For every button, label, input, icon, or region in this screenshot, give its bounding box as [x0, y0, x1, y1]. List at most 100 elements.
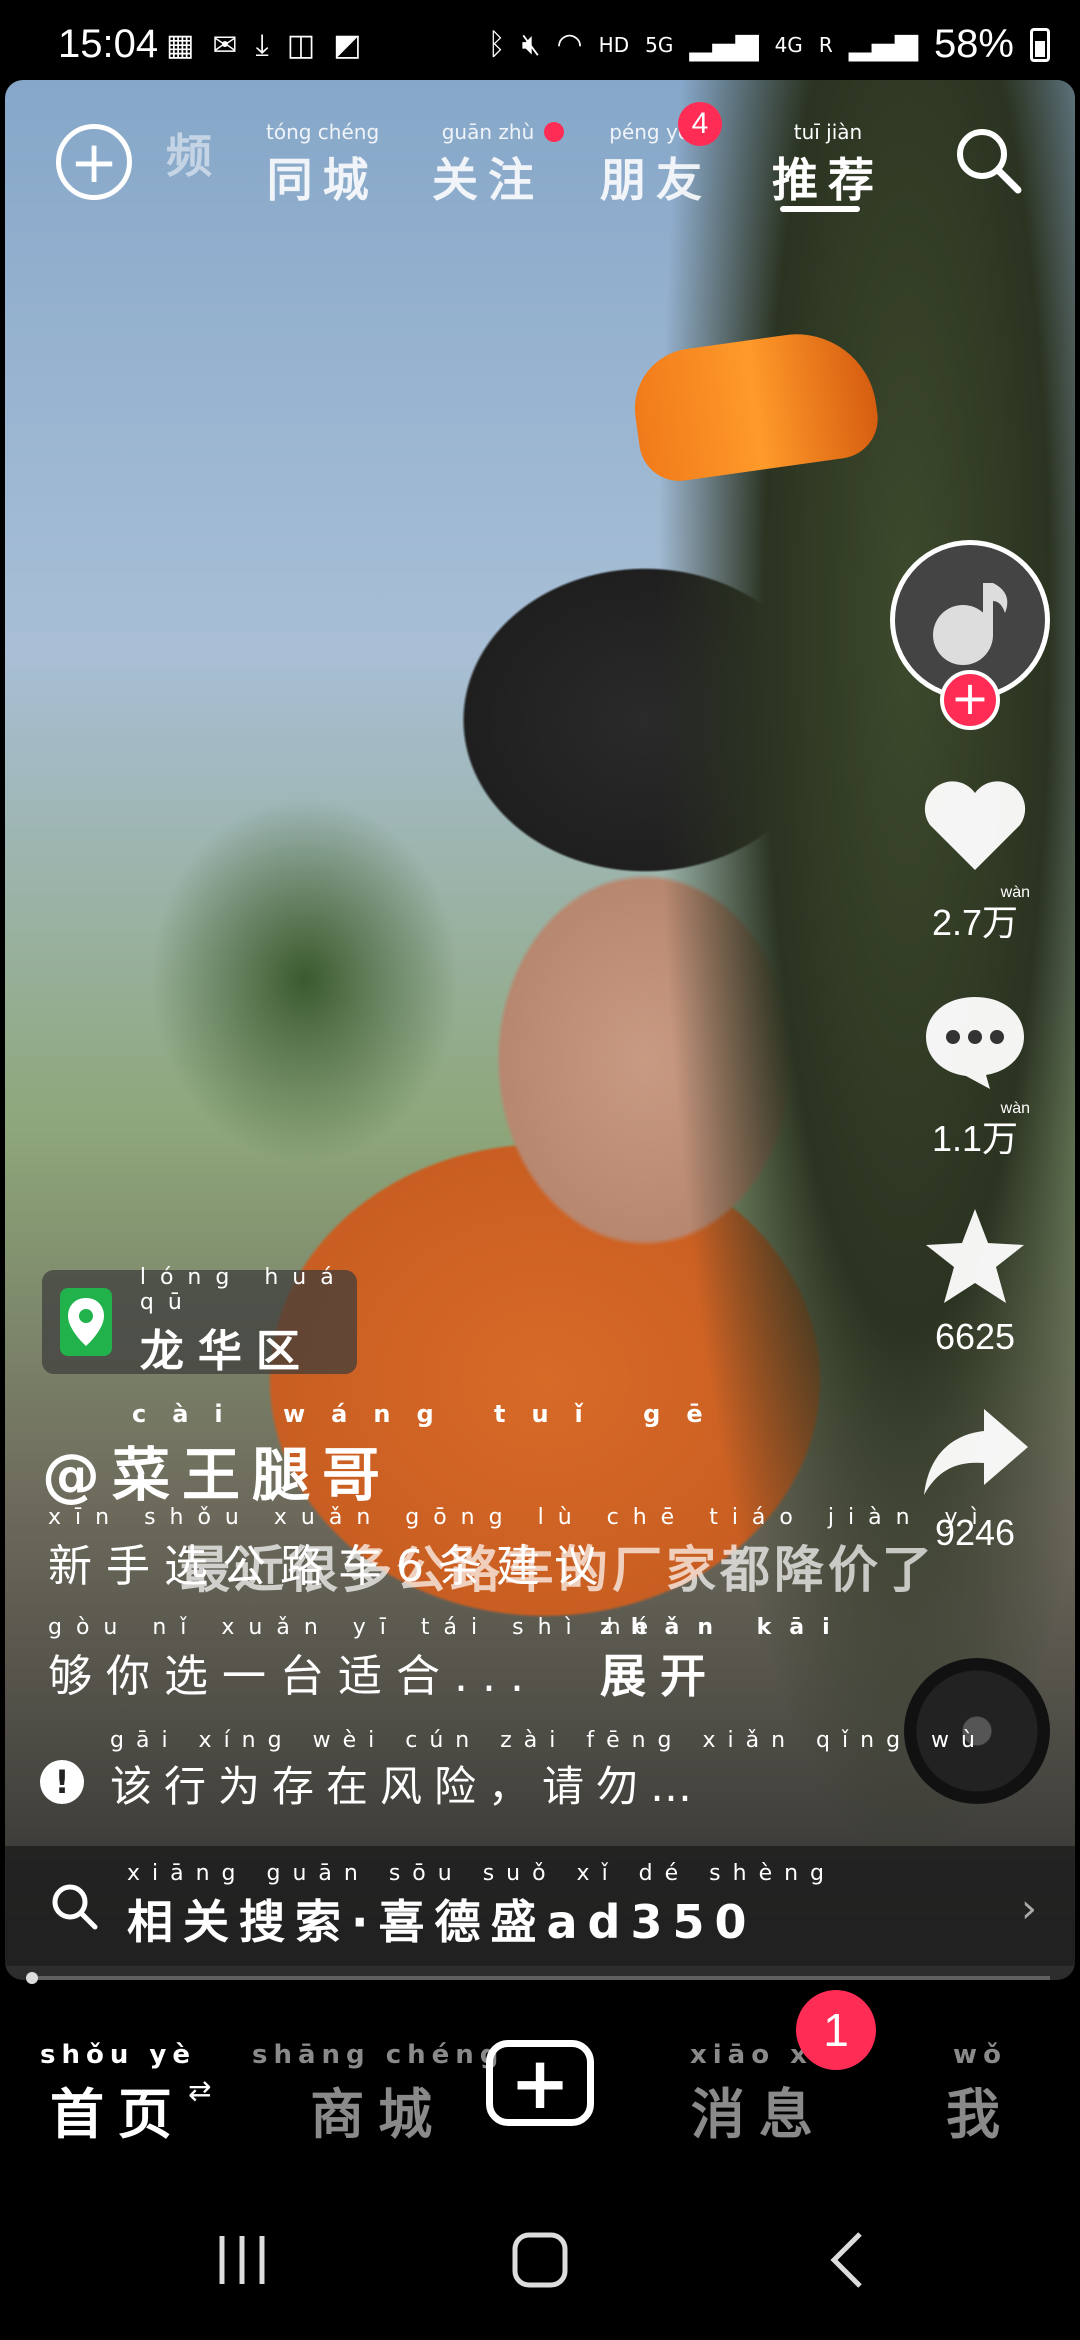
tab-friends-label: 朋友: [600, 153, 712, 207]
description-line-1-pinyin: xīn shǒu xuǎn gōng lù chē tiáo jiàn yì: [48, 1505, 992, 1530]
location-text: lóng huá qū 龙华区: [140, 1265, 357, 1379]
home-button[interactable]: [510, 2230, 570, 2294]
author-name[interactable]: cài wáng tuǐ gē @菜王腿哥: [42, 1400, 729, 1512]
tab-mall-label: 商城: [310, 2083, 447, 2146]
tab-following-pinyin: guān zhù: [441, 120, 535, 144]
follow-plus-button[interactable]: +: [940, 670, 1000, 730]
search-icon: [52, 1884, 98, 1930]
signal-icon: ▂▄▆: [689, 27, 759, 62]
signal-icon-2: ▂▄▆: [848, 27, 918, 62]
roaming-indicator: R: [818, 32, 833, 57]
app-notification-icon: ▦: [166, 28, 195, 63]
author-avatar-wrap[interactable]: +: [890, 540, 1050, 730]
tab-same-city[interactable]: tóng chéng 同城: [266, 120, 379, 210]
risk-warning-pinyin: gāi xíng wèi cún zài fēng xiǎn qǐng wù: [110, 1728, 987, 1753]
notification-icons: ▦ ✉ ⤓ ◫ ◩: [166, 28, 361, 63]
tab-me-label: 我: [946, 2083, 1014, 2146]
related-search-bar[interactable]: xiāng guān sōu suǒ xǐ dé shèng 相关搜索·喜德盛a…: [5, 1846, 1075, 1966]
tab-partial-label: 频: [166, 129, 222, 183]
4g-indicator: 4G: [774, 32, 803, 57]
location-pin-icon: [60, 1288, 112, 1356]
battery-icon: [1030, 27, 1050, 62]
description-line-2: gòu nǐ xuǎn yī tái shì hé 够你选一台适合... zhǎ…: [48, 1615, 948, 1725]
status-time: 15:04: [58, 22, 159, 66]
add-friend-button[interactable]: +: [56, 124, 132, 200]
favorite-button[interactable]: 6625: [890, 1202, 1060, 1358]
wifi-icon: ◠: [556, 27, 583, 62]
favorite-count: 6625: [934, 1316, 1016, 1357]
recent-apps-button[interactable]: [212, 2230, 272, 2294]
comment-count-value: 1.1: [931, 1118, 983, 1159]
like-button[interactable]: wàn 2.7万: [890, 770, 1060, 946]
back-icon: [830, 2232, 862, 2288]
star-icon: [915, 1202, 1035, 1312]
tab-recommend-label: 推荐: [772, 153, 884, 207]
search-button[interactable]: [950, 122, 1026, 198]
risk-warning-text: gāi xíng wèi cún zài fēng xiǎn qǐng wù 该…: [110, 1728, 987, 1814]
like-count-unit: 万: [982, 902, 1019, 943]
bluetooth-icon: ᛒ: [487, 27, 506, 62]
messages-badge: 1: [796, 1990, 876, 2070]
top-nav: + 频 tóng chéng 同城 guān zhù 关注 péng yǒu 朋…: [0, 102, 1080, 220]
expand-pinyin: zhǎn kāi: [600, 1615, 848, 1640]
tab-home[interactable]: shǒu yè 首页: [40, 2040, 196, 2149]
tab-following-label: 关注: [432, 153, 544, 207]
comment-count: wàn 1.1万: [890, 1100, 1060, 1162]
author-label: @菜王腿哥: [42, 1441, 393, 1509]
mail-notification-icon: ✉: [212, 28, 238, 63]
video-subtitle: 最近很多公路车的厂家都降价了: [180, 1541, 936, 1599]
music-note-avatar-icon: [933, 583, 1008, 665]
create-post-button[interactable]: +: [486, 2040, 594, 2126]
battery-percent: 58%: [933, 22, 1014, 66]
location-label: 龙华区: [139, 1326, 314, 1377]
tab-home-pinyin: shǒu yè: [40, 2040, 196, 2070]
status-right: ᛒ 🔇︎ ◠ HD 5G ▂▄▆ 4G R ▂▄▆ 58%: [488, 22, 1050, 67]
recent-apps-icon: [219, 2236, 265, 2284]
tab-home-label: 首页: [50, 2083, 186, 2146]
friends-badge: 4: [678, 102, 722, 146]
heart-icon: [915, 770, 1035, 880]
expand-button[interactable]: zhǎn kāi 展开: [600, 1615, 848, 1706]
mute-icon: 🔇︎: [521, 27, 541, 62]
chevron-right-icon: ›: [1021, 1886, 1037, 1932]
back-button[interactable]: [820, 2230, 880, 2294]
hd-indicator: HD: [598, 32, 630, 57]
5g-indicator: 5G: [645, 32, 674, 57]
comment-icon: [915, 986, 1035, 1096]
comment-count-unit: 万: [982, 1118, 1019, 1159]
exclamation-icon: !: [40, 1760, 84, 1804]
bottom-tab-bar: shǒu yè 首页 ⇄ shāng chéng 商城 + xiāo xi 消息…: [0, 1990, 1080, 2180]
tab-following[interactable]: guān zhù 关注: [432, 120, 544, 210]
tab-mall[interactable]: shāng chéng 商城: [252, 2040, 504, 2149]
video-progress-handle[interactable]: [26, 1972, 38, 1984]
tab-messages-label: 消息: [690, 2083, 827, 2146]
switch-arrows-icon: ⇄: [188, 2074, 212, 2107]
tab-partial[interactable]: 频: [166, 120, 222, 186]
tab-same-city-label: 同城: [266, 153, 379, 207]
video-progress-track[interactable]: [30, 1976, 1050, 1980]
outlook-icon: ◫: [286, 28, 316, 63]
tab-recommend[interactable]: tuī jiàn 推荐: [772, 120, 884, 210]
action-rail: + wàn 2.7万 wàn 1.1万 6625 9246: [890, 540, 1060, 1554]
system-nav-bar: [0, 2180, 1080, 2340]
location-chip[interactable]: lóng huá qū 龙华区: [42, 1265, 357, 1377]
download-icon: ⤓: [255, 28, 269, 63]
comment-button[interactable]: wàn 1.1万: [890, 986, 1060, 1162]
expand-label: 展开: [600, 1649, 720, 1703]
like-count-value: 2.7: [931, 902, 983, 943]
author-pinyin: cài wáng tuǐ gē: [132, 1400, 729, 1428]
related-search-text: xiāng guān sōu suǒ xǐ dé shèng 相关搜索·喜德盛a…: [127, 1861, 836, 1952]
like-unit-pinyin: wàn: [1000, 884, 1030, 901]
tab-me-pinyin: wǒ: [953, 2040, 1007, 2070]
following-red-dot: [544, 122, 564, 142]
active-tab-underline: [780, 206, 860, 212]
location-pinyin: lóng huá qū: [139, 1265, 348, 1315]
tab-recommend-pinyin: tuī jiàn: [793, 120, 863, 144]
status-bar: 15:04 ▦ ✉ ⤓ ◫ ◩ ᛒ 🔇︎ ◠ HD 5G ▂▄▆ 4G R ▂▄…: [0, 0, 1080, 80]
risk-warning-label: 该行为存在风险，请勿…: [110, 1762, 705, 1811]
tab-same-city-pinyin: tóng chéng: [266, 120, 380, 144]
risk-warning[interactable]: ! gāi xíng wèi cún zài fēng xiǎn qǐng wù…: [40, 1728, 987, 1814]
teams-icon: ◩: [333, 28, 362, 63]
tab-me[interactable]: wǒ 我: [946, 2040, 1014, 2149]
related-search-label: 相关搜索·喜德盛ad350: [127, 1894, 757, 1949]
